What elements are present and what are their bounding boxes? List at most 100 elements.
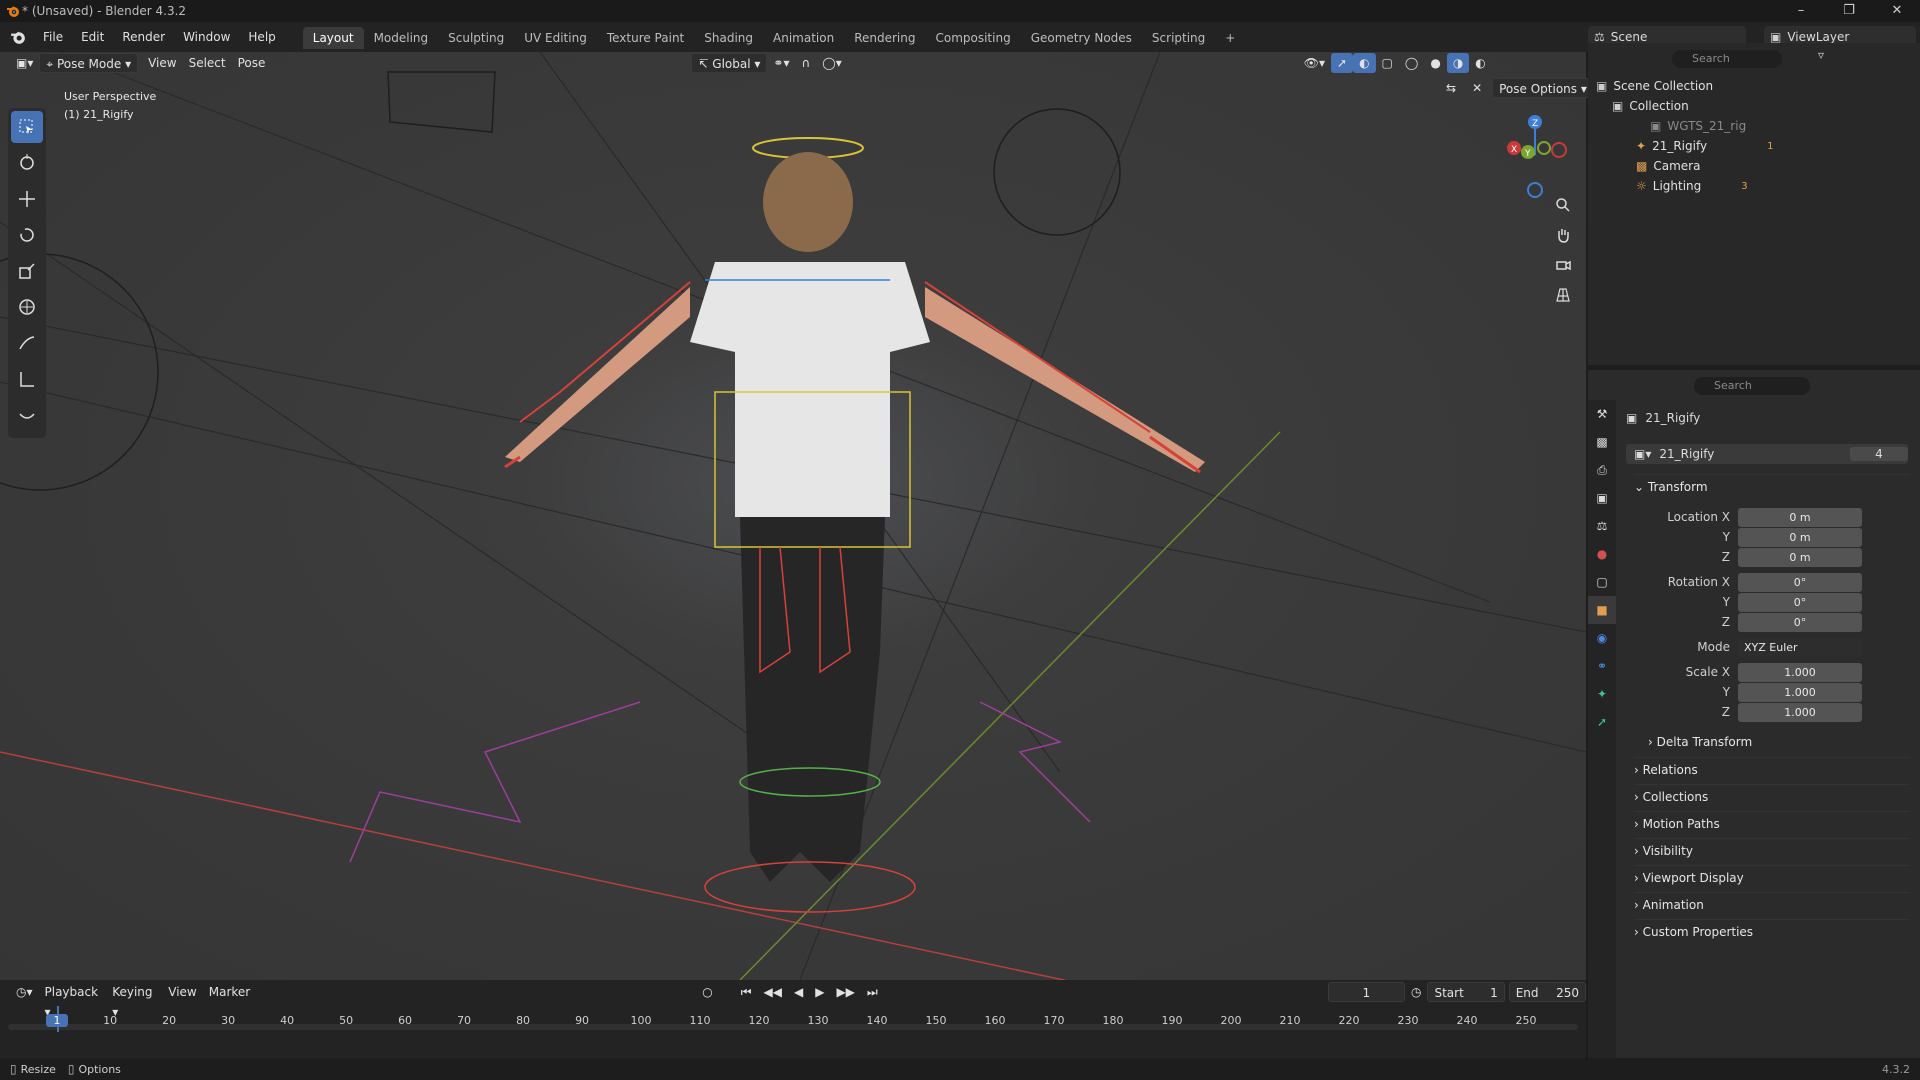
jump-end-icon[interactable]: ⏭ — [861, 982, 884, 1002]
rotate-icon[interactable] — [11, 219, 43, 251]
tab-compositing[interactable]: Compositing — [925, 27, 1020, 49]
navigation-gizmo[interactable]: Z X Y — [1490, 110, 1580, 200]
material-shading-icon[interactable]: ◑ — [1446, 53, 1470, 73]
move-icon[interactable] — [11, 183, 43, 215]
tab-texture-paint[interactable]: Texture Paint — [597, 27, 694, 49]
overlay-toggle-icon[interactable]: ◐ — [1353, 53, 1376, 73]
blender-menu-icon[interactable] — [10, 29, 26, 45]
collections-header[interactable]: › Collections — [1634, 784, 1910, 808]
filter-icon[interactable]: ▿ — [1818, 48, 1824, 62]
relations-header[interactable]: › Relations — [1634, 757, 1910, 781]
timeline-editor-type-icon[interactable]: ◷▾ — [10, 982, 39, 1002]
outliner-search-input[interactable]: Search — [1672, 50, 1782, 68]
render-tab-icon[interactable]: ▩ — [1588, 428, 1616, 456]
editor-type-icon[interactable]: ▣▾ — [10, 53, 39, 73]
gizmo-toggle-icon[interactable]: ➚ — [1331, 53, 1354, 73]
rendered-shading-icon[interactable]: ◐ — [1469, 53, 1491, 73]
properties-search-input[interactable]: Search — [1694, 377, 1810, 395]
tab-uv-editing[interactable]: UV Editing — [514, 27, 597, 49]
output-tab-icon[interactable]: ⎙ — [1588, 456, 1616, 484]
menu-view[interactable]: View — [142, 53, 182, 73]
start-frame-field[interactable]: Start 1 — [1427, 982, 1505, 1002]
location-x-field[interactable]: 0 m — [1738, 507, 1862, 527]
tab-sculpting[interactable]: Sculpting — [438, 27, 514, 49]
menu-playback[interactable]: Playback ▾ — [39, 982, 107, 1019]
transform-orientation-dropdown[interactable]: ↸ Global ▾ — [691, 53, 768, 73]
solid-shading-icon[interactable]: ● — [1424, 53, 1446, 73]
tab-shading[interactable]: Shading — [694, 27, 763, 49]
end-frame-field[interactable]: End 250 — [1508, 982, 1586, 1002]
bone-envelope-icon[interactable] — [11, 399, 43, 431]
camera-view-icon[interactable] — [1550, 252, 1576, 278]
world-tab-icon[interactable]: ● — [1588, 540, 1616, 568]
view-layer-tab-icon[interactable]: ▣ — [1588, 484, 1616, 512]
current-frame-field[interactable]: 1 — [1327, 982, 1405, 1002]
menu-window[interactable]: Window — [174, 22, 239, 52]
outliner-item-wgts[interactable]: ▣ WGTS_21_rig — [1650, 116, 1746, 136]
close-window-button[interactable]: ✕ — [1882, 0, 1912, 22]
custom-properties-header[interactable]: › Custom Properties — [1634, 919, 1910, 943]
object-tab-icon[interactable]: ■ — [1588, 596, 1616, 624]
location-y-field[interactable]: 0 m — [1738, 527, 1862, 547]
add-workspace-icon[interactable]: + — [1215, 27, 1245, 49]
wireframe-shading-icon[interactable]: ◯ — [1399, 53, 1424, 73]
tab-layout[interactable]: Layout — [302, 27, 364, 49]
rotation-mode-dropdown[interactable]: XYZ Euler — [1738, 637, 1862, 657]
close-icon[interactable]: ✕ — [1466, 78, 1488, 98]
tab-animation[interactable]: Animation — [763, 27, 844, 49]
menu-pose[interactable]: Pose — [232, 53, 272, 73]
tab-modeling[interactable]: Modeling — [364, 27, 439, 49]
menu-keying[interactable]: Keying ▾ — [106, 982, 162, 1019]
outliner-item-rigify[interactable]: ✦ 21_Rigify 1 — [1636, 136, 1773, 156]
play-icon[interactable]: ▶ — [809, 982, 830, 1002]
scale-y-field[interactable]: 1.000 — [1738, 682, 1862, 702]
animation-header[interactable]: › Animation — [1634, 892, 1910, 916]
xray-icon[interactable]: ▢ — [1376, 53, 1399, 73]
menu-timeline-view[interactable]: View — [162, 982, 202, 1002]
rotation-x-field[interactable]: 0° — [1738, 572, 1862, 592]
outliner-item-camera[interactable]: ▩ Camera — [1636, 156, 1700, 176]
play-reverse-icon[interactable]: ◀ — [788, 982, 809, 1002]
tool-tab-icon[interactable]: ⚒ — [1588, 400, 1616, 428]
mirror-icon[interactable]: ⇆ — [1440, 78, 1462, 98]
transform-panel-header[interactable]: ⌄ Transform — [1634, 474, 1910, 498]
rotation-y-field[interactable]: 0° — [1738, 592, 1862, 612]
snap-icon[interactable]: ∩ — [795, 53, 816, 73]
scene-tab-icon[interactable]: ⚖ — [1588, 512, 1616, 540]
measure-icon[interactable] — [11, 363, 43, 395]
scale-icon[interactable] — [11, 255, 43, 287]
pose-options-dropdown[interactable]: Pose Options ▾ — [1492, 78, 1594, 98]
menu-file[interactable]: File — [34, 22, 72, 52]
auto-keying-icon[interactable]: ○ — [696, 982, 718, 1002]
datablock-selector[interactable]: ▣▾ 21_Rigify 4 — [1626, 444, 1908, 464]
tab-geometry-nodes[interactable]: Geometry Nodes — [1021, 27, 1142, 49]
rotation-z-field[interactable]: 0° — [1738, 612, 1862, 632]
data-tab-icon[interactable]: ✦ — [1588, 680, 1616, 708]
menu-help[interactable]: Help — [239, 22, 284, 52]
transform-icon[interactable] — [11, 291, 43, 323]
scale-x-field[interactable]: 1.000 — [1738, 662, 1862, 682]
viewport-display-header[interactable]: › Viewport Display — [1634, 865, 1910, 889]
outliner-scene-collection[interactable]: ▣ Scene Collection — [1596, 76, 1713, 96]
constraint-tab-icon[interactable]: ⚭ — [1588, 652, 1616, 680]
prev-keyframe-icon[interactable]: ◀◀ — [758, 982, 788, 1002]
annotate-icon[interactable] — [11, 327, 43, 359]
outliner-item-lighting[interactable]: ☼ Lighting 3 — [1636, 176, 1748, 196]
visibility-header[interactable]: › Visibility — [1634, 838, 1910, 862]
maximize-button[interactable]: ❐ — [1834, 0, 1864, 22]
menu-edit[interactable]: Edit — [72, 22, 113, 52]
collection-tab-icon[interactable]: ▢ — [1588, 568, 1616, 596]
location-z-field[interactable]: 0 m — [1738, 547, 1862, 567]
3d-viewport[interactable]: User Perspective (1) 21_Rigify Z X Y — [0, 52, 1586, 980]
cursor-icon[interactable] — [11, 147, 43, 179]
clock-icon[interactable]: ◷ — [1405, 982, 1427, 1002]
interaction-mode-dropdown[interactable]: ⌖ Pose Mode ▾ — [39, 53, 139, 73]
scale-z-field[interactable]: 1.000 — [1738, 702, 1862, 722]
visibility-icon[interactable]: 👁▾ — [1298, 53, 1331, 73]
menu-render[interactable]: Render — [113, 22, 174, 52]
motion-paths-header[interactable]: › Motion Paths — [1634, 811, 1910, 835]
zoom-icon[interactable] — [1550, 192, 1576, 218]
next-keyframe-icon[interactable]: ▶▶ — [830, 982, 860, 1002]
menu-marker[interactable]: Marker — [203, 982, 256, 1002]
menu-select[interactable]: Select — [183, 53, 232, 73]
